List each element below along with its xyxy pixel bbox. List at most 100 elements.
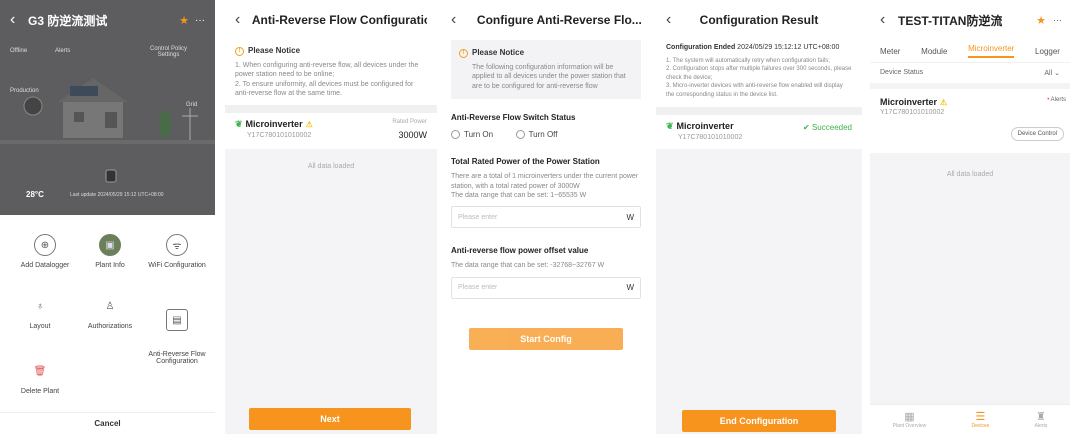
device-name: Microinverter [676, 121, 734, 132]
warning-icon: ⚠ [305, 119, 313, 129]
switch-status-label: Anti-Reverse Flow Switch Status [451, 113, 576, 123]
back-icon[interactable]: ‹ [235, 11, 252, 29]
devices-icon: ☰ [975, 411, 986, 423]
config-icon: ▤ [166, 309, 188, 331]
start-config-button[interactable]: Start Config [469, 328, 623, 350]
device-card[interactable]: Microinverter ⚠ Y17C780101010002 • Alerts… [870, 89, 1070, 153]
status-badge: ✔ Succeeded [803, 123, 852, 132]
switch-radio-group: Turn On Turn Off [451, 130, 641, 141]
temperature: 28°C [26, 190, 44, 199]
tab-meter[interactable]: Meter [880, 47, 900, 56]
device-name: Microinverter [880, 97, 938, 107]
chevron-down-icon: ⌄ [1054, 70, 1060, 77]
page-title: Configuration Result [699, 13, 819, 27]
device-status-value: All [1044, 70, 1053, 77]
rated-power-label: Rated Power [392, 118, 427, 125]
alerts-icon: ♜ [1036, 411, 1046, 423]
radio-icon [451, 130, 460, 140]
offset-label: Anti-reverse flow power offset value [451, 246, 589, 256]
alerts-indicator: • Alerts [1047, 97, 1066, 103]
back-icon[interactable]: ‹ [451, 11, 469, 29]
bottom-nav: ▦ Plant Overview ☰ Devices ♜ Alerts [870, 404, 1070, 434]
alerts-text: Alerts [1050, 97, 1066, 103]
more-icon[interactable]: ··· [1053, 15, 1062, 25]
wifi-configuration-button[interactable]: ᯤ WiFi Configuration [142, 234, 212, 269]
notice-text: 1. When configuring anti-reverse flow, a… [235, 61, 419, 98]
result-summary: Configuration Ended 2024/05/29 15:12:12 … [656, 40, 862, 107]
offset-input[interactable]: Please enter W [451, 276, 641, 299]
nav-plant-overview[interactable]: ▦ Plant Overview [893, 410, 927, 429]
total-rated-power-desc: There are a total of 1 microinverters un… [451, 173, 639, 190]
tab-logger[interactable]: Logger [1035, 47, 1060, 56]
unit-label: W [626, 212, 634, 222]
info-icon: ! [235, 46, 244, 56]
check-circle-icon: ✔ [803, 122, 810, 132]
anti-reverse-flow-config-label: Anti-Reverse Flow Configuration [148, 351, 206, 365]
add-datalogger-label: Add Datalogger [20, 262, 70, 269]
device-name: Microinverter [245, 119, 303, 130]
wifi-icon: ᯤ [166, 234, 188, 256]
user-icon: ♙ [105, 300, 115, 312]
authorizations-button[interactable]: ♙ Authorizations [75, 295, 145, 331]
device-sn: Y17C780101010002 [678, 133, 743, 141]
devices-screen: ‹ TEST-TITAN防逆流 ★ ··· Meter Module Micro… [870, 0, 1070, 434]
notice-box: ! Please Notice The following configurati… [451, 40, 641, 100]
device-row[interactable]: ❦ Microinverter ⚠ Y17C780101010002 Rated P… [225, 112, 437, 149]
result-notes: 1. The system will automatically retry w… [666, 58, 852, 98]
trash-icon: 🗑 [33, 365, 47, 377]
tab-microinverter[interactable]: Microinverter [968, 44, 1015, 58]
input-placeholder: Please enter [458, 284, 498, 292]
configure-screen: ‹ Configure Anti-Reverse Flo... ! Please … [441, 0, 651, 434]
plus-circle-icon: ⊕ [34, 234, 56, 256]
alert-dot-icon: • [1047, 97, 1050, 103]
layout-button[interactable]: ♁ Layout [5, 295, 75, 331]
nav-alerts[interactable]: ♜ Alerts [1035, 410, 1048, 429]
end-configuration-button[interactable]: End Configuration [682, 410, 836, 432]
page-title: TEST-TITAN防逆流 [898, 13, 1003, 28]
nav-devices-label: Devices [971, 423, 990, 429]
offset-range-text: The data range that can be set: -32768~3… [451, 262, 605, 270]
turn-on-label: Turn On [464, 130, 494, 140]
device-status-filter[interactable]: Device Status All ⌄ [870, 62, 1070, 83]
ended-label: Configuration Ended [666, 44, 736, 51]
plant-photo-icon: ▣ [99, 234, 121, 256]
anti-reverse-flow-screen: ‹ Anti-Reverse Flow Configuration ! Pleas… [225, 0, 437, 434]
add-datalogger-button[interactable]: ⊕ Add Datalogger [10, 234, 80, 269]
layout-icon: ♁ [36, 300, 44, 312]
wifi-configuration-label: WiFi Configuration [148, 262, 206, 269]
layout-label: Layout [29, 323, 51, 330]
delete-plant-button[interactable]: 🗑 Delete Plant [5, 360, 75, 396]
notice-text: The following configuration information … [472, 63, 626, 90]
back-icon[interactable]: ‹ [880, 11, 898, 29]
input-placeholder: Please enter [458, 213, 498, 221]
house-illustration [0, 78, 215, 183]
plant-menu-screen: ‹ G3 防逆流测试 ★ ··· Offline Alerts Control … [0, 0, 215, 434]
turn-on-radio[interactable]: Turn On [451, 130, 494, 140]
cancel-button[interactable]: Cancel [0, 412, 215, 434]
plant-info-button[interactable]: ▣ Plant Info [75, 234, 145, 269]
turn-off-radio[interactable]: Turn Off [515, 130, 558, 140]
info-icon: ! [459, 48, 468, 58]
ended-time: 2024/05/29 15:12:12 UTC+08:00 [737, 44, 840, 51]
device-tabs: Meter Module Microinverter Logger [870, 40, 1070, 62]
unit-label: W [626, 283, 634, 293]
total-power-input[interactable]: Please enter W [451, 206, 641, 229]
nav-devices[interactable]: ☰ Devices [972, 410, 990, 429]
tab-module[interactable]: Module [921, 47, 947, 56]
radio-icon [515, 130, 525, 140]
device-row: ❦ Microinverter Y17C780101010002 ✔ Succee… [656, 114, 862, 149]
star-icon[interactable]: ★ [1036, 14, 1046, 27]
plant-overview-icon: ▦ [904, 411, 915, 423]
device-sn: Y17C780101010002 [880, 109, 945, 116]
status-text: Succeeded [811, 122, 852, 132]
all-loaded-text: All data loaded [307, 162, 355, 170]
total-range-text: The data range that can be set: 1~65535 … [451, 191, 587, 199]
turn-off-label: Turn Off [528, 130, 558, 140]
device-control-button[interactable]: Device Control [1010, 127, 1064, 141]
next-button[interactable]: Next [249, 408, 411, 430]
leaf-icon: ❦ [666, 120, 674, 131]
back-icon[interactable]: ‹ [666, 11, 684, 29]
warning-icon: ⚠ [940, 97, 948, 107]
anti-reverse-flow-config-button[interactable]: ▤ Anti-Reverse Flow Configuration [142, 295, 212, 379]
notice-box: ! Please Notice 1. When configuring anti-… [225, 40, 437, 105]
